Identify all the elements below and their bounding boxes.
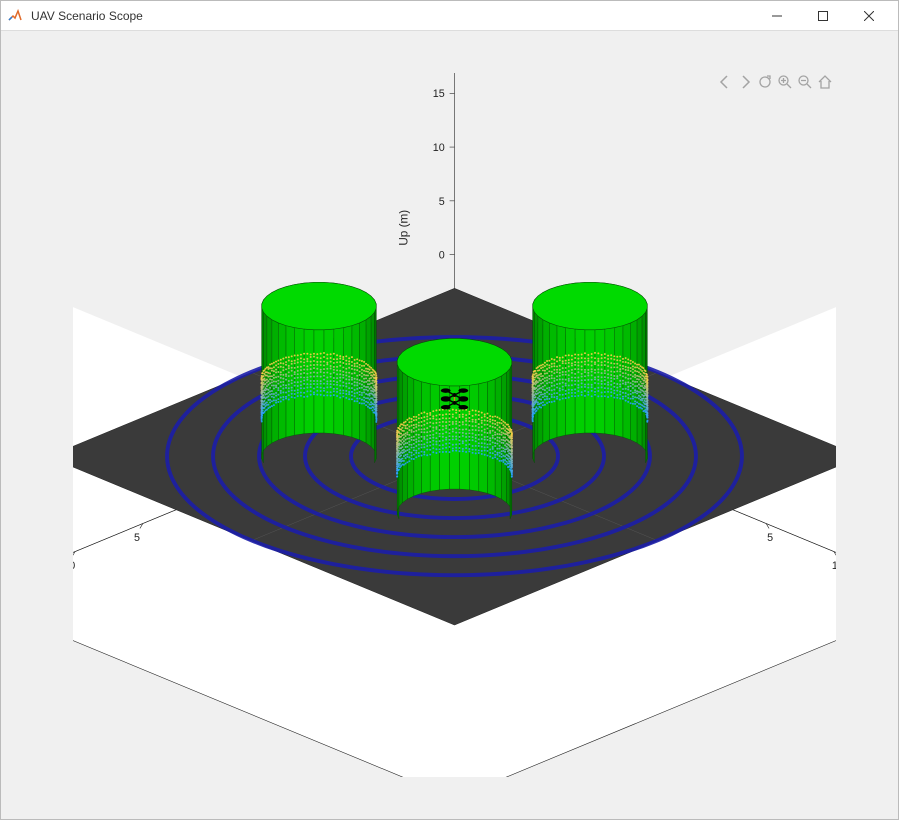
rotate-icon[interactable]: [756, 73, 774, 91]
zoom-out-icon[interactable]: [796, 73, 814, 91]
svg-text:0: 0: [439, 250, 445, 262]
axes-toolbar: [716, 73, 834, 91]
matlab-icon: [7, 8, 23, 24]
svg-text:5: 5: [439, 196, 445, 208]
scene-canvas[interactable]: -10-5051015-15-10-5051015-15-10-5051015U…: [73, 73, 836, 777]
svg-text:10: 10: [433, 142, 445, 154]
figure-area[interactable]: -10-5051015-15-10-5051015-15-10-5051015U…: [13, 43, 886, 807]
back-icon[interactable]: [716, 73, 734, 91]
forward-icon[interactable]: [736, 73, 754, 91]
svg-text:15: 15: [433, 88, 445, 100]
svg-text:10: 10: [832, 560, 836, 572]
svg-text:5: 5: [134, 532, 140, 544]
titlebar: UAV Scenario Scope: [1, 1, 898, 31]
svg-text:10: 10: [73, 560, 75, 572]
close-button[interactable]: [846, 1, 892, 31]
zoom-in-icon[interactable]: [776, 73, 794, 91]
client-area: -10-5051015-15-10-5051015-15-10-5051015U…: [1, 31, 898, 819]
window: UAV Scenario Scope: [0, 0, 899, 820]
home-icon[interactable]: [816, 73, 834, 91]
window-title: UAV Scenario Scope: [31, 9, 143, 23]
svg-text:5: 5: [767, 532, 773, 544]
svg-text:Up (m): Up (m): [398, 210, 411, 246]
axes-3d[interactable]: -10-5051015-15-10-5051015-15-10-5051015U…: [73, 73, 836, 777]
maximize-button[interactable]: [800, 1, 846, 31]
minimize-button[interactable]: [754, 1, 800, 31]
